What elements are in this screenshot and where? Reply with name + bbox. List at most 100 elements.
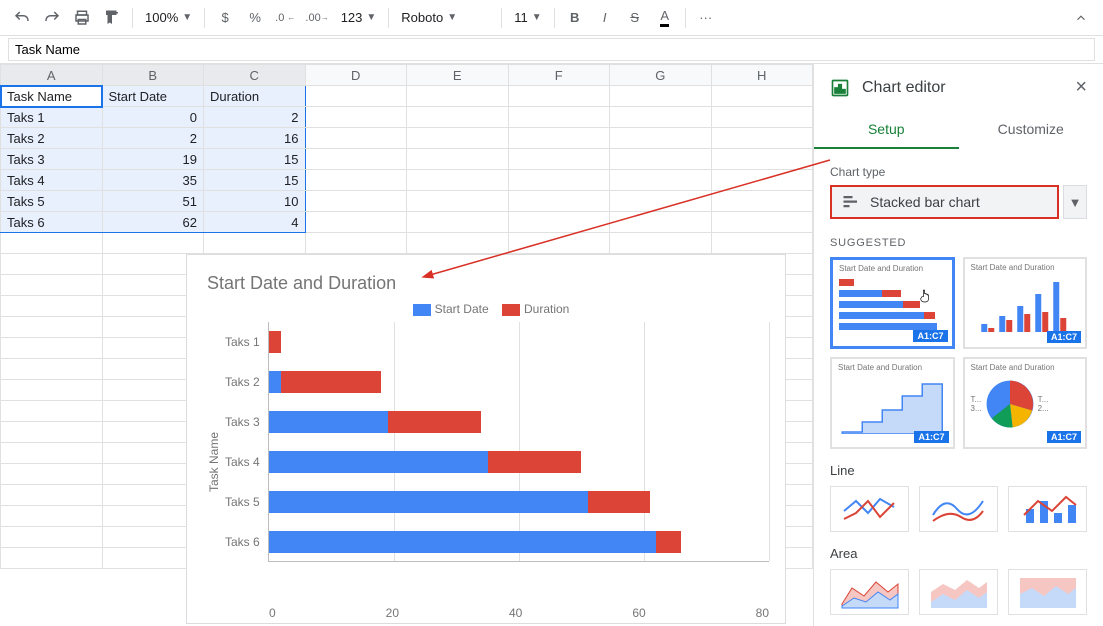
cell[interactable]: 16	[204, 128, 306, 149]
cell[interactable]	[305, 86, 407, 107]
cell[interactable]	[407, 128, 509, 149]
cell[interactable]	[1, 233, 103, 254]
col-header-f[interactable]: F	[508, 65, 610, 86]
cell[interactable]	[1, 464, 103, 485]
cell[interactable]: Taks 5	[1, 191, 103, 212]
cell[interactable]	[1, 401, 103, 422]
col-header-g[interactable]: G	[610, 65, 712, 86]
redo-button[interactable]	[38, 4, 66, 32]
cell[interactable]	[204, 233, 306, 254]
cell[interactable]	[508, 191, 610, 212]
cell[interactable]	[610, 86, 712, 107]
suggestion-stacked-bar[interactable]: Start Date and Duration A1:C7	[830, 257, 955, 349]
print-button[interactable]	[68, 4, 96, 32]
cell[interactable]	[1, 359, 103, 380]
cell[interactable]: 0	[102, 107, 204, 128]
chart-type-line-multi[interactable]	[830, 486, 909, 532]
cell[interactable]: 2	[204, 107, 306, 128]
col-header-c[interactable]: C	[204, 65, 306, 86]
cell[interactable]	[305, 149, 407, 170]
cell[interactable]	[711, 191, 813, 212]
text-color-button[interactable]: A	[651, 4, 679, 32]
cell[interactable]	[508, 86, 610, 107]
cell[interactable]	[711, 107, 813, 128]
cell[interactable]: Taks 1	[1, 107, 103, 128]
cell[interactable]	[407, 191, 509, 212]
chart-type-dropdown-button[interactable]: ▼	[1063, 185, 1087, 219]
cell[interactable]	[407, 233, 509, 254]
cell[interactable]: 15	[204, 170, 306, 191]
decrease-decimal-button[interactable]: .0 ←	[271, 4, 299, 32]
cell[interactable]	[1, 422, 103, 443]
cell[interactable]	[711, 149, 813, 170]
cell[interactable]	[711, 212, 813, 233]
col-header-e[interactable]: E	[407, 65, 509, 86]
cell[interactable]: 4	[204, 212, 306, 233]
cell[interactable]: Taks 4	[1, 170, 103, 191]
cell[interactable]	[610, 107, 712, 128]
cell[interactable]	[711, 86, 813, 107]
cell[interactable]	[407, 86, 509, 107]
tab-setup[interactable]: Setup	[814, 111, 959, 149]
col-header-a[interactable]: A	[1, 65, 103, 86]
cell[interactable]	[305, 107, 407, 128]
col-header-h[interactable]: H	[711, 65, 813, 86]
cell[interactable]	[711, 233, 813, 254]
cell[interactable]	[305, 128, 407, 149]
more-button[interactable]: ···	[692, 4, 720, 32]
cell[interactable]: Taks 3	[1, 149, 103, 170]
cell[interactable]	[407, 212, 509, 233]
cell[interactable]	[305, 191, 407, 212]
cell[interactable]	[1, 443, 103, 464]
cell[interactable]	[610, 233, 712, 254]
cell[interactable]: Taks 2	[1, 128, 103, 149]
cell[interactable]	[610, 128, 712, 149]
cell[interactable]	[407, 149, 509, 170]
cell[interactable]	[1, 485, 103, 506]
cell[interactable]	[1, 296, 103, 317]
cell[interactable]	[610, 212, 712, 233]
font-size-dropdown[interactable]: 11▼	[508, 4, 547, 32]
cell[interactable]	[305, 170, 407, 191]
suggestion-stepped-area[interactable]: Start Date and Duration A1:C7	[830, 357, 955, 449]
cell[interactable]	[1, 548, 103, 569]
cell[interactable]: 35	[102, 170, 204, 191]
formula-input[interactable]	[8, 38, 1095, 61]
chart-type-area[interactable]	[830, 569, 909, 615]
cell[interactable]	[610, 149, 712, 170]
cell[interactable]: 10	[204, 191, 306, 212]
chart-type-area-100[interactable]	[1008, 569, 1087, 615]
cell[interactable]	[508, 128, 610, 149]
cell[interactable]	[508, 107, 610, 128]
number-format-dropdown[interactable]: 123▼	[335, 4, 383, 32]
cell[interactable]: 15	[204, 149, 306, 170]
collapse-toolbar-button[interactable]	[1067, 4, 1095, 32]
cell[interactable]: 2	[102, 128, 204, 149]
undo-button[interactable]	[8, 4, 36, 32]
chart-object[interactable]: Start Date and Duration Start Date Durat…	[186, 254, 786, 624]
cell[interactable]: 51	[102, 191, 204, 212]
suggestion-column[interactable]: Start Date and Duration A1:C7	[963, 257, 1088, 349]
cell[interactable]: 19	[102, 149, 204, 170]
spreadsheet-area[interactable]: A B C D E F G H Task Name Start Date Dur…	[0, 64, 813, 626]
chart-type-line-smooth[interactable]	[919, 486, 998, 532]
cell[interactable]	[711, 170, 813, 191]
format-percent-button[interactable]: %	[241, 4, 269, 32]
cell[interactable]: 62	[102, 212, 204, 233]
tab-customize[interactable]: Customize	[959, 111, 1103, 149]
cell-c1[interactable]: Duration	[204, 86, 306, 107]
cell[interactable]	[610, 191, 712, 212]
cell[interactable]	[1, 254, 103, 275]
col-header-b[interactable]: B	[102, 65, 204, 86]
close-button[interactable]: ×	[1075, 76, 1087, 99]
paint-format-button[interactable]	[98, 4, 126, 32]
cell[interactable]	[305, 233, 407, 254]
chart-type-selector[interactable]: Stacked bar chart	[830, 185, 1059, 219]
font-dropdown[interactable]: Roboto▼	[395, 4, 495, 32]
cell[interactable]	[711, 128, 813, 149]
cell[interactable]	[407, 107, 509, 128]
bold-button[interactable]: B	[561, 4, 589, 32]
cell[interactable]	[1, 275, 103, 296]
suggestion-pie[interactable]: Start Date and Duration T...3... T...2..…	[963, 357, 1088, 449]
cell[interactable]	[1, 380, 103, 401]
